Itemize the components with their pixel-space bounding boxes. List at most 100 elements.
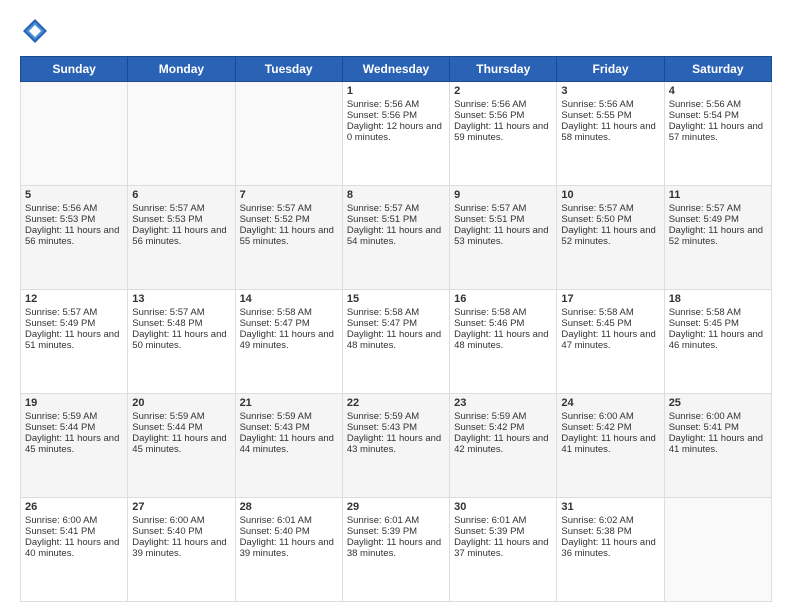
sunset-text: Sunset: 5:39 PM	[347, 526, 445, 537]
calendar-cell: 11Sunrise: 5:57 AMSunset: 5:49 PMDayligh…	[664, 186, 771, 290]
calendar-cell: 30Sunrise: 6:01 AMSunset: 5:39 PMDayligh…	[450, 498, 557, 602]
day-number: 4	[669, 85, 767, 97]
weekday-header: Monday	[128, 57, 235, 82]
day-number: 3	[561, 85, 659, 97]
calendar-cell: 7Sunrise: 5:57 AMSunset: 5:52 PMDaylight…	[235, 186, 342, 290]
sunrise-text: Sunrise: 5:57 AM	[454, 203, 552, 214]
sunset-text: Sunset: 5:49 PM	[669, 214, 767, 225]
day-number: 6	[132, 189, 230, 201]
sunrise-text: Sunrise: 6:01 AM	[347, 515, 445, 526]
weekday-header: Tuesday	[235, 57, 342, 82]
sunrise-text: Sunrise: 5:58 AM	[454, 307, 552, 318]
calendar-cell: 1Sunrise: 5:56 AMSunset: 5:56 PMDaylight…	[342, 82, 449, 186]
calendar-cell: 29Sunrise: 6:01 AMSunset: 5:39 PMDayligh…	[342, 498, 449, 602]
sunrise-text: Sunrise: 5:57 AM	[132, 203, 230, 214]
daylight-text: Daylight: 11 hours and 56 minutes.	[132, 225, 230, 247]
logo-icon	[20, 16, 50, 46]
calendar-cell: 27Sunrise: 6:00 AMSunset: 5:40 PMDayligh…	[128, 498, 235, 602]
daylight-text: Daylight: 11 hours and 42 minutes.	[454, 433, 552, 455]
sunrise-text: Sunrise: 5:57 AM	[132, 307, 230, 318]
daylight-text: Daylight: 11 hours and 45 minutes.	[25, 433, 123, 455]
daylight-text: Daylight: 11 hours and 46 minutes.	[669, 329, 767, 351]
sunset-text: Sunset: 5:47 PM	[240, 318, 338, 329]
sunset-text: Sunset: 5:39 PM	[454, 526, 552, 537]
sunset-text: Sunset: 5:55 PM	[561, 110, 659, 121]
sunset-text: Sunset: 5:53 PM	[132, 214, 230, 225]
sunrise-text: Sunrise: 5:59 AM	[240, 411, 338, 422]
sunrise-text: Sunrise: 5:58 AM	[669, 307, 767, 318]
sunrise-text: Sunrise: 6:00 AM	[25, 515, 123, 526]
weekday-header: Wednesday	[342, 57, 449, 82]
calendar-cell: 19Sunrise: 5:59 AMSunset: 5:44 PMDayligh…	[21, 394, 128, 498]
calendar-cell: 28Sunrise: 6:01 AMSunset: 5:40 PMDayligh…	[235, 498, 342, 602]
daylight-text: Daylight: 11 hours and 52 minutes.	[669, 225, 767, 247]
calendar-cell	[21, 82, 128, 186]
sunrise-text: Sunrise: 6:01 AM	[240, 515, 338, 526]
sunrise-text: Sunrise: 5:59 AM	[454, 411, 552, 422]
header	[20, 16, 772, 46]
day-number: 7	[240, 189, 338, 201]
day-number: 12	[25, 293, 123, 305]
daylight-text: Daylight: 11 hours and 57 minutes.	[669, 121, 767, 143]
sunrise-text: Sunrise: 5:57 AM	[25, 307, 123, 318]
daylight-text: Daylight: 11 hours and 54 minutes.	[347, 225, 445, 247]
sunset-text: Sunset: 5:51 PM	[347, 214, 445, 225]
daylight-text: Daylight: 12 hours and 0 minutes.	[347, 121, 445, 143]
daylight-text: Daylight: 11 hours and 41 minutes.	[669, 433, 767, 455]
calendar-cell: 2Sunrise: 5:56 AMSunset: 5:56 PMDaylight…	[450, 82, 557, 186]
sunrise-text: Sunrise: 5:58 AM	[561, 307, 659, 318]
calendar-cell	[128, 82, 235, 186]
calendar: SundayMondayTuesdayWednesdayThursdayFrid…	[20, 56, 772, 602]
daylight-text: Daylight: 11 hours and 43 minutes.	[347, 433, 445, 455]
day-number: 11	[669, 189, 767, 201]
calendar-cell: 16Sunrise: 5:58 AMSunset: 5:46 PMDayligh…	[450, 290, 557, 394]
calendar-cell: 31Sunrise: 6:02 AMSunset: 5:38 PMDayligh…	[557, 498, 664, 602]
sunset-text: Sunset: 5:47 PM	[347, 318, 445, 329]
calendar-cell: 17Sunrise: 5:58 AMSunset: 5:45 PMDayligh…	[557, 290, 664, 394]
calendar-week-row: 1Sunrise: 5:56 AMSunset: 5:56 PMDaylight…	[21, 82, 772, 186]
sunset-text: Sunset: 5:43 PM	[240, 422, 338, 433]
calendar-cell: 6 Sunrise: 5:57 AMSunset: 5:53 PMDaylight…	[128, 186, 235, 290]
day-number: 21	[240, 397, 338, 409]
sunrise-text: Sunrise: 6:00 AM	[132, 515, 230, 526]
sunrise-text: Sunrise: 5:56 AM	[454, 99, 552, 110]
calendar-cell: 9Sunrise: 5:57 AMSunset: 5:51 PMDaylight…	[450, 186, 557, 290]
calendar-week-row: 12Sunrise: 5:57 AMSunset: 5:49 PMDayligh…	[21, 290, 772, 394]
daylight-text: Daylight: 11 hours and 48 minutes.	[347, 329, 445, 351]
sunset-text: Sunset: 5:43 PM	[347, 422, 445, 433]
sunrise-text: Sunrise: 6:02 AM	[561, 515, 659, 526]
sunset-text: Sunset: 5:42 PM	[561, 422, 659, 433]
sunrise-text: Sunrise: 5:57 AM	[347, 203, 445, 214]
day-number: 5	[25, 189, 123, 201]
day-number: 16	[454, 293, 552, 305]
sunset-text: Sunset: 5:42 PM	[454, 422, 552, 433]
logo	[20, 16, 54, 46]
sunset-text: Sunset: 5:51 PM	[454, 214, 552, 225]
daylight-text: Daylight: 11 hours and 52 minutes.	[561, 225, 659, 247]
day-number: 18	[669, 293, 767, 305]
sunrise-text: Sunrise: 5:58 AM	[240, 307, 338, 318]
daylight-text: Daylight: 11 hours and 58 minutes.	[561, 121, 659, 143]
day-number: 23	[454, 397, 552, 409]
sunrise-text: Sunrise: 5:56 AM	[347, 99, 445, 110]
daylight-text: Daylight: 11 hours and 39 minutes.	[132, 537, 230, 559]
daylight-text: Daylight: 11 hours and 49 minutes.	[240, 329, 338, 351]
daylight-text: Daylight: 11 hours and 50 minutes.	[132, 329, 230, 351]
sunset-text: Sunset: 5:44 PM	[132, 422, 230, 433]
daylight-text: Daylight: 11 hours and 59 minutes.	[454, 121, 552, 143]
calendar-cell: 12Sunrise: 5:57 AMSunset: 5:49 PMDayligh…	[21, 290, 128, 394]
page: SundayMondayTuesdayWednesdayThursdayFrid…	[0, 0, 792, 612]
day-number: 26	[25, 501, 123, 513]
calendar-cell: 18Sunrise: 5:58 AMSunset: 5:45 PMDayligh…	[664, 290, 771, 394]
sunrise-text: Sunrise: 5:56 AM	[25, 203, 123, 214]
calendar-week-row: 5Sunrise: 5:56 AMSunset: 5:53 PMDaylight…	[21, 186, 772, 290]
calendar-cell: 13Sunrise: 5:57 AMSunset: 5:48 PMDayligh…	[128, 290, 235, 394]
day-number: 15	[347, 293, 445, 305]
calendar-cell: 21Sunrise: 5:59 AMSunset: 5:43 PMDayligh…	[235, 394, 342, 498]
daylight-text: Daylight: 11 hours and 39 minutes.	[240, 537, 338, 559]
sunset-text: Sunset: 5:41 PM	[669, 422, 767, 433]
daylight-text: Daylight: 11 hours and 36 minutes.	[561, 537, 659, 559]
calendar-cell: 5Sunrise: 5:56 AMSunset: 5:53 PMDaylight…	[21, 186, 128, 290]
day-number: 9	[454, 189, 552, 201]
daylight-text: Daylight: 11 hours and 37 minutes.	[454, 537, 552, 559]
